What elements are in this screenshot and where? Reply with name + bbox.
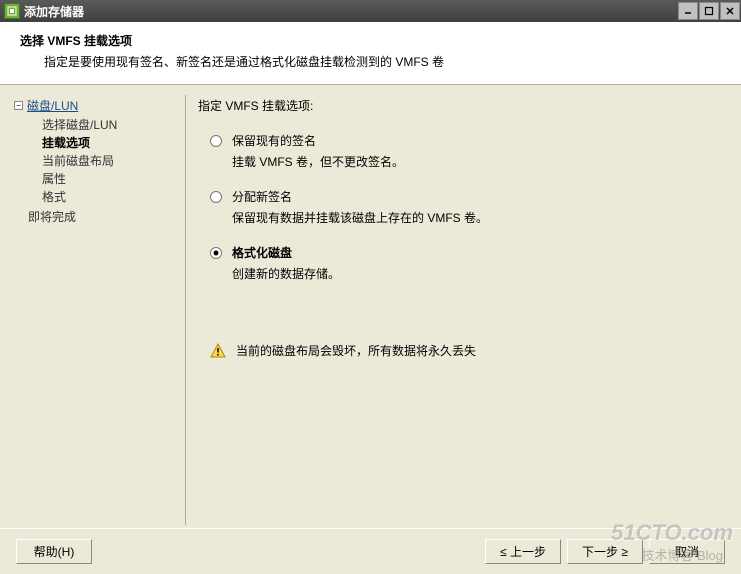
maximize-button[interactable] <box>699 2 719 20</box>
collapse-icon[interactable]: − <box>14 101 23 110</box>
warning-row: 当前的磁盘布局会毁坏，所有数据将永久丢失 <box>210 342 723 359</box>
cancel-button[interactable]: 取消 <box>649 539 725 564</box>
mount-option-1: 分配新签名保留现有数据并挂载该磁盘上存在的 VMFS 卷。 <box>210 188 723 226</box>
nav-finish[interactable]: 即将完成 <box>28 208 177 225</box>
nav-item-0[interactable]: 选择磁盘/LUN <box>42 116 177 134</box>
nav-root-label[interactable]: 磁盘/LUN <box>27 97 78 114</box>
next-button[interactable]: 下一步 ≥ <box>567 539 643 564</box>
warning-icon <box>210 343 226 359</box>
app-icon <box>4 3 20 19</box>
wizard-content: 指定 VMFS 挂载选项: 保留现有的签名挂载 VMFS 卷，但不更改签名。分配… <box>194 95 731 533</box>
nav-item-4[interactable]: 格式 <box>42 188 177 206</box>
option-label[interactable]: 格式化磁盘 <box>232 244 292 261</box>
wizard-footer: 帮助(H) ≤ 上一步 下一步 ≥ 取消 <box>0 528 741 574</box>
option-desc: 挂载 VMFS 卷，但不更改签名。 <box>232 153 723 170</box>
help-button[interactable]: 帮助(H) <box>16 539 92 564</box>
window-controls <box>678 0 741 22</box>
warning-text: 当前的磁盘布局会毁坏，所有数据将永久丢失 <box>236 342 476 359</box>
radio-0[interactable] <box>210 135 222 147</box>
nav-item-3[interactable]: 属性 <box>42 170 177 188</box>
nav-item-1[interactable]: 挂载选项 <box>42 134 177 152</box>
option-label[interactable]: 保留现有的签名 <box>232 132 316 149</box>
vertical-divider <box>185 95 186 525</box>
option-label[interactable]: 分配新签名 <box>232 188 292 205</box>
back-button[interactable]: ≤ 上一步 <box>485 539 561 564</box>
titlebar: 添加存储器 <box>0 0 741 22</box>
option-desc: 创建新的数据存储。 <box>232 265 723 282</box>
mount-option-2: 格式化磁盘创建新的数据存储。 <box>210 244 723 282</box>
wizard-header: 选择 VMFS 挂载选项 指定是要使用现有签名、新签名还是通过格式化磁盘挂载检测… <box>0 22 741 85</box>
content-heading: 指定 VMFS 挂载选项: <box>198 97 723 114</box>
option-desc: 保留现有数据并挂载该磁盘上存在的 VMFS 卷。 <box>232 209 723 226</box>
page-title: 选择 VMFS 挂载选项 <box>20 32 721 49</box>
mount-option-0: 保留现有的签名挂载 VMFS 卷，但不更改签名。 <box>210 132 723 170</box>
wizard-nav: − 磁盘/LUN 选择磁盘/LUN挂载选项当前磁盘布局属性格式 即将完成 <box>10 95 185 533</box>
nav-item-2[interactable]: 当前磁盘布局 <box>42 152 177 170</box>
wizard-body: − 磁盘/LUN 选择磁盘/LUN挂载选项当前磁盘布局属性格式 即将完成 指定 … <box>0 85 741 533</box>
page-subtitle: 指定是要使用现有签名、新签名还是通过格式化磁盘挂载检测到的 VMFS 卷 <box>44 53 721 70</box>
minimize-button[interactable] <box>678 2 698 20</box>
close-button[interactable] <box>720 2 740 20</box>
nav-root[interactable]: − 磁盘/LUN <box>14 97 177 114</box>
radio-2[interactable] <box>210 247 222 259</box>
window-title: 添加存储器 <box>24 3 678 20</box>
radio-1[interactable] <box>210 191 222 203</box>
